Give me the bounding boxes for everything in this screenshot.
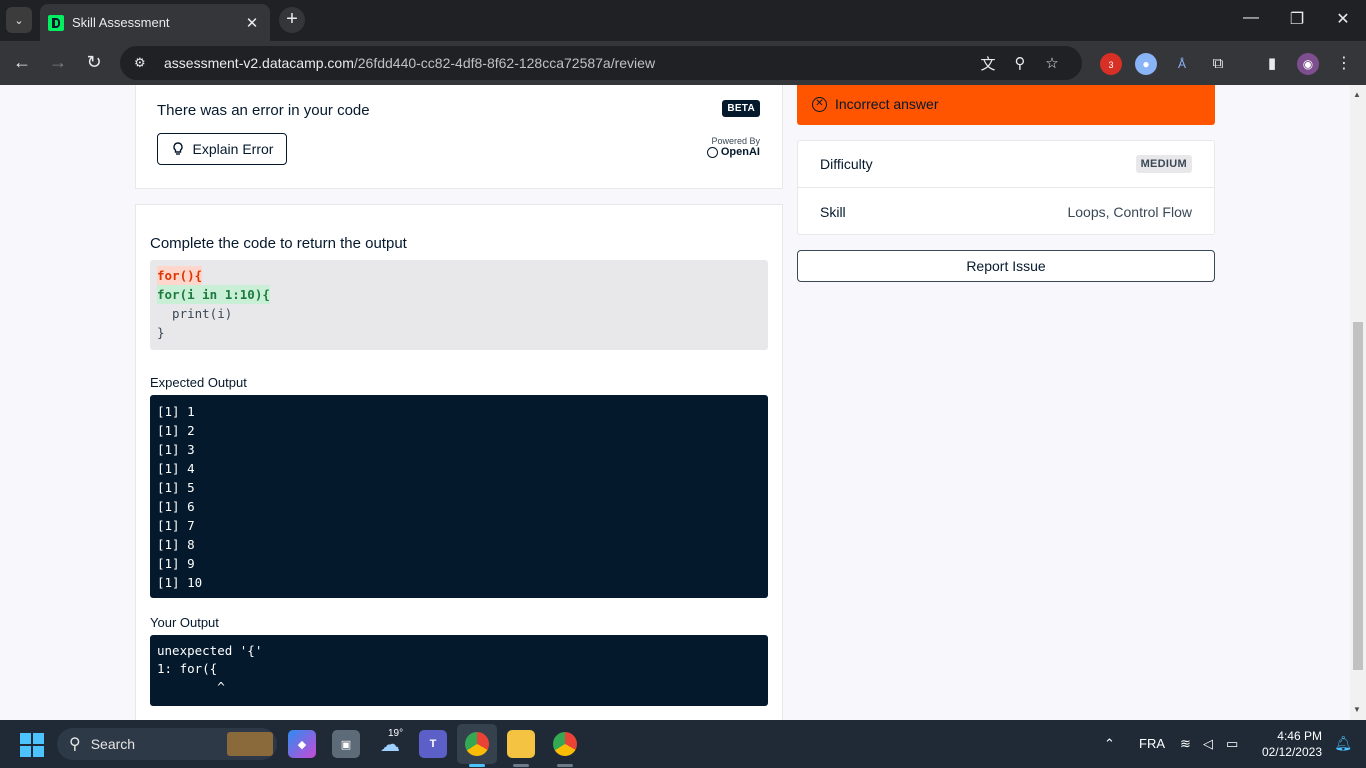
taskbar-clock[interactable]: 4:46 PM 02/12/2023 (1262, 728, 1322, 760)
profile-avatar[interactable]: ◉ (1297, 53, 1319, 75)
tab-title: Skill Assessment (72, 15, 170, 30)
forward-arrow-icon[interactable]: → (46, 52, 70, 73)
openai-label: OpenAI (720, 146, 760, 158)
x-circle-icon: ✕ (812, 96, 827, 112)
code-body-line: print(i) (157, 306, 233, 321)
wifi-icon[interactable]: ≋ (1180, 736, 1191, 752)
search-highlight-image (227, 732, 273, 756)
page-scrollbar[interactable]: ▲ ▼ (1350, 85, 1366, 720)
copilot-preview-icon[interactable]: ◆ (288, 730, 316, 758)
question-card: Complete the code to return the output f… (135, 204, 783, 720)
taskbar-search-label: Search (90, 736, 136, 752)
volume-icon[interactable]: ◁ (1203, 736, 1213, 752)
clock-time: 4:46 PM (1277, 729, 1322, 743)
explain-error-button[interactable]: Explain Error (157, 133, 287, 165)
scroll-thumb[interactable] (1353, 322, 1363, 670)
restore-window-icon[interactable]: ❐ (1282, 9, 1312, 29)
menu-kebab-icon[interactable]: ⋮ (1333, 53, 1355, 75)
scroll-up-icon[interactable]: ▲ (1353, 90, 1361, 99)
expected-output-console: [1] 1 [1] 2 [1] 3 [1] 4 [1] 5 [1] 6 [1] … (150, 395, 768, 598)
extension-a-icon[interactable]: Å (1171, 53, 1193, 75)
back-arrow-icon[interactable]: ← (10, 52, 34, 73)
code-closing-line: } (157, 325, 165, 340)
zoom-icon[interactable]: ⚲ (1004, 54, 1036, 72)
browser-titlebar: ⌄ Skill Assessment ✕ + — ❐ ✕ (0, 0, 1366, 41)
reload-icon[interactable]: ↻ (82, 52, 106, 73)
teams-icon[interactable]: T (419, 730, 447, 758)
expected-output-label: Expected Output (150, 375, 247, 390)
difficulty-badge: MEDIUM (1135, 155, 1192, 173)
skill-value: Loops, Control Flow (1067, 203, 1192, 220)
taskbar-search[interactable]: ⚲ Search (57, 728, 277, 760)
chrome-icon[interactable] (457, 724, 497, 764)
question-meta-card: Difficulty MEDIUM Skill Loops, Control F… (797, 140, 1215, 235)
translate-icon[interactable]: 文 (972, 53, 1004, 74)
code-added-line: for(i in 1:10){ (157, 285, 270, 304)
chrome-active-indicator (469, 764, 485, 767)
your-output-label: Your Output (150, 615, 219, 630)
browser-toolbar: ← → ↻ ⚙ assessment-v2.datacamp.com/26fdd… (0, 41, 1366, 85)
lightbulb-icon (172, 142, 183, 155)
side-panel-icon[interactable]: ▮ (1261, 53, 1283, 75)
explain-error-label: Explain Error (192, 141, 274, 157)
url-host: assessment-v2.datacamp.com (164, 55, 354, 71)
weather-temperature: 19° (388, 728, 404, 739)
your-output-console: unexpected '{' 1: for({ ^ (150, 635, 768, 706)
tab-search-chevron-icon[interactable]: ⌄ (6, 7, 32, 33)
battery-icon[interactable]: ▭ (1226, 736, 1238, 752)
code-removed-line: for(){ (157, 266, 203, 285)
task-view-icon[interactable]: ▣ (332, 730, 360, 758)
code-error-card: There was an error in your code BETA Exp… (135, 85, 783, 189)
result-status: Incorrect answer (835, 96, 939, 112)
url-path: /26fdd440-cc82-4df8-8f62-128cca72587a/re… (353, 55, 656, 71)
notification-bell-icon[interactable]: 🔔︎ (1334, 735, 1352, 752)
error-title: There was an error in your code (157, 102, 370, 119)
difficulty-row: Difficulty MEDIUM (798, 141, 1214, 188)
extension-badge-icon[interactable]: 3 (1100, 53, 1122, 75)
page-content: There was an error in your code BETA Exp… (0, 85, 1350, 720)
extension-search-icon[interactable]: ● (1135, 53, 1157, 75)
datacamp-favicon-icon (48, 14, 64, 31)
new-tab-button[interactable]: + (279, 7, 305, 33)
clock-date: 02/12/2023 (1261, 745, 1322, 759)
chrome-profile-icon[interactable] (551, 730, 579, 758)
url-text[interactable]: assessment-v2.datacamp.com/26fdd440-cc82… (164, 55, 972, 71)
scroll-down-icon[interactable]: ▼ (1353, 705, 1361, 714)
minimize-icon[interactable]: — (1236, 9, 1266, 27)
windows-start-icon[interactable] (20, 733, 44, 757)
bookmark-star-icon[interactable]: ☆ (1036, 54, 1068, 72)
browser-tab[interactable]: Skill Assessment ✕ (40, 4, 270, 41)
skill-key: Skill (820, 203, 846, 220)
openai-logo-icon (706, 146, 718, 158)
extension-badge-count: 3 (1108, 60, 1114, 70)
site-info-icon[interactable]: ⚙ (134, 55, 152, 71)
powered-by-label: Powered By (711, 136, 760, 146)
question-title: Complete the code to return the output (150, 235, 407, 252)
extensions-puzzle-icon[interactable]: ⧉ (1207, 53, 1229, 75)
code-diff: for(){ for(i in 1:10){ print(i) } (150, 260, 768, 350)
address-bar[interactable]: ⚙ assessment-v2.datacamp.com/26fdd440-cc… (120, 46, 1082, 80)
search-icon: ⚲ (69, 736, 81, 753)
beta-badge: BETA (722, 100, 760, 117)
skill-row: Skill Loops, Control Flow (798, 188, 1214, 235)
tab-close-icon[interactable]: ✕ (242, 14, 262, 32)
close-window-icon[interactable]: ✕ (1328, 9, 1358, 29)
report-issue-button[interactable]: Report Issue (797, 250, 1215, 282)
file-explorer-icon[interactable] (507, 730, 535, 758)
file-explorer-indicator (513, 764, 529, 767)
difficulty-key: Difficulty (820, 156, 873, 172)
chrome-profile-indicator (557, 764, 573, 767)
powered-by-openai: Powered By OpenAI (706, 136, 760, 158)
windows-taskbar: ⚲ Search ◆ ▣ ☁ 19° T ⌃ FRA ≋ ◁ ▭ 4:46 PM… (0, 720, 1366, 768)
input-language[interactable]: FRA (1139, 736, 1165, 751)
incorrect-answer-banner: ✕ Incorrect answer (797, 85, 1215, 125)
tray-chevron-icon[interactable]: ⌃ (1104, 736, 1115, 752)
